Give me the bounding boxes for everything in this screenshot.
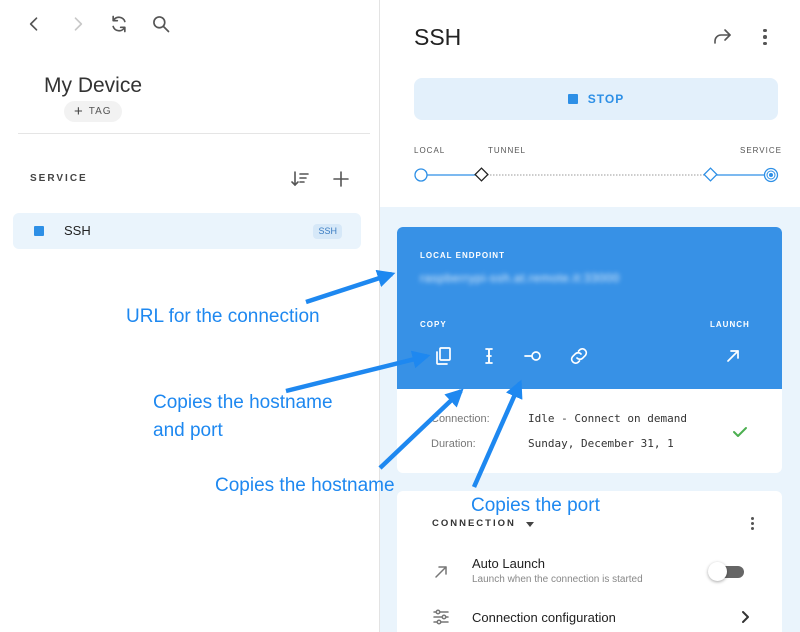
check-icon [731, 423, 749, 441]
sliders-icon [432, 608, 450, 626]
endpoint-url[interactable]: raspberrypi-ssh.at.remote.it:33000 [420, 271, 620, 285]
connection-configuration-item[interactable]: Connection configuration [472, 610, 616, 625]
service-item-ssh[interactable]: SSH SSH [13, 213, 361, 249]
auto-launch-title: Auto Launch [472, 556, 546, 571]
device-name: My Device [44, 74, 143, 97]
launch-icon [432, 563, 450, 581]
more-vert-icon[interactable] [748, 515, 756, 531]
service-status-icon [34, 226, 44, 236]
add-tag-button[interactable]: + TAG [64, 101, 122, 122]
chevron-right-icon[interactable] [66, 12, 90, 36]
refresh-icon[interactable] [107, 12, 131, 36]
service-name: SSH [64, 223, 91, 238]
connection-timeline [414, 167, 779, 183]
annotation-url: URL for the connection [126, 306, 320, 327]
stop-button[interactable]: STOP [414, 78, 778, 120]
port-icon[interactable] [522, 345, 544, 367]
timeline-label-service: SERVICE [740, 146, 782, 155]
share-icon[interactable] [711, 26, 733, 48]
connection-status-label: Connection: [431, 413, 490, 425]
copy-heading: COPY [420, 320, 447, 329]
auto-launch-subtitle: Launch when the connection is started [472, 574, 643, 585]
search-icon[interactable] [149, 12, 173, 36]
endpoint-heading: LOCAL ENDPOINT [420, 251, 505, 260]
text-cursor-icon[interactable] [478, 345, 500, 367]
service-heading: SERVICE [30, 173, 88, 184]
tag-label: TAG [88, 106, 112, 117]
timeline-label-local: LOCAL [414, 146, 446, 155]
annotation-hostname: Copies the hostname [215, 475, 395, 496]
chevron-left-icon[interactable] [22, 12, 46, 36]
page-title: SSH [414, 24, 462, 50]
launch-icon[interactable] [722, 345, 744, 367]
launch-heading: LAUNCH [710, 320, 750, 329]
auto-launch-toggle[interactable] [708, 562, 744, 581]
endpoint-card: LOCAL ENDPOINT raspberrypi-ssh.at.remote… [397, 227, 782, 473]
timeline-service-diamond [703, 167, 718, 182]
timeline-local-node [414, 168, 428, 182]
service-header: SSH STOP LOCAL TUNNEL SERVICE [380, 0, 800, 207]
plus-icon: + [74, 103, 84, 120]
duration-label: Duration: [431, 438, 476, 450]
timeline-tunnel-node [474, 167, 489, 182]
more-vert-icon[interactable] [756, 26, 774, 48]
stop-label: STOP [587, 92, 625, 106]
timeline-label-tunnel: TUNNEL [488, 146, 527, 155]
copy-icon[interactable] [432, 345, 454, 367]
annotation-port: Copies the port [471, 495, 600, 516]
service-detail-pane: SSH STOP LOCAL TUNNEL SERVICE LOCAL ENDP… [379, 0, 800, 632]
sort-icon[interactable] [289, 168, 311, 190]
chevron-right-icon[interactable] [740, 610, 752, 624]
stop-icon [567, 94, 578, 104]
divider [18, 133, 370, 134]
duration-value: Sunday, December 31, 1 [528, 437, 674, 450]
endpoint-panel: LOCAL ENDPOINT raspberrypi-ssh.at.remote… [397, 227, 782, 389]
link-icon[interactable] [568, 345, 590, 367]
connection-status-value: Idle - Connect on demand [528, 412, 687, 425]
service-type-badge: SSH [313, 224, 342, 239]
add-service-icon[interactable] [330, 168, 352, 190]
annotation-hostname-port: Copies the hostname and port [153, 392, 333, 441]
